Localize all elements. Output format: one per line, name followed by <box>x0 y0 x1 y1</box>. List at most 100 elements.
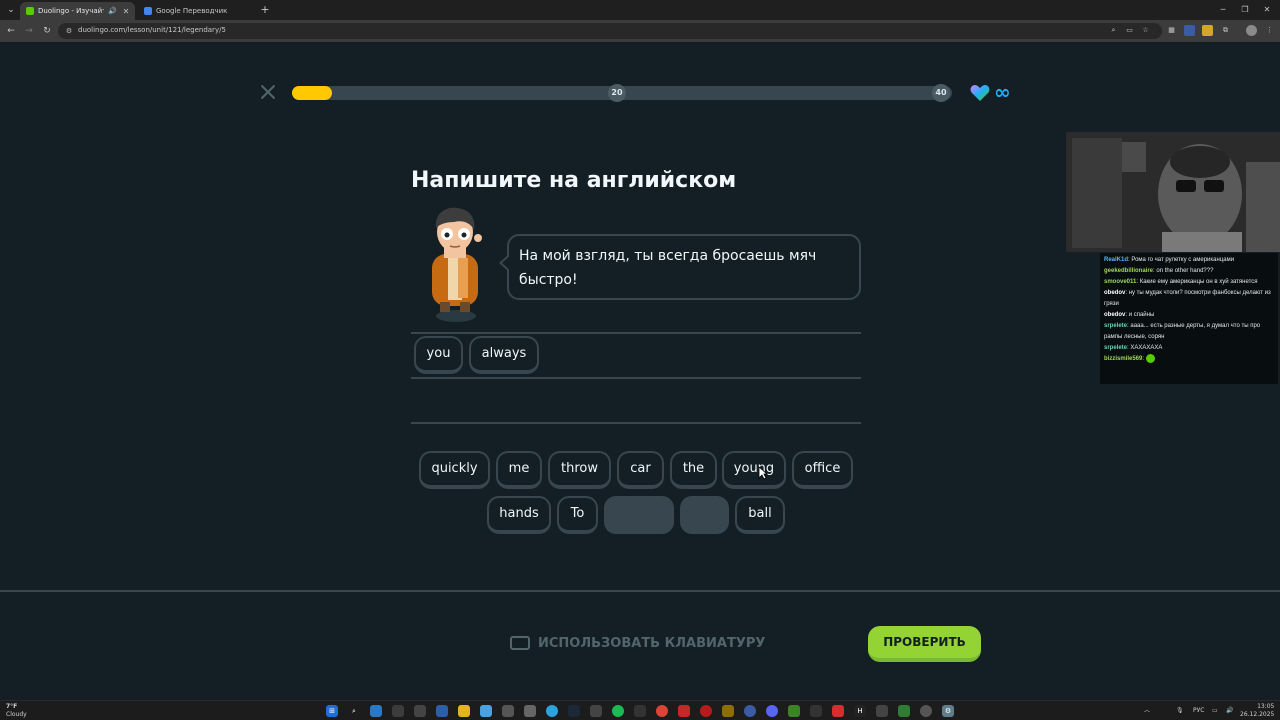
word-chip-quickly[interactable]: quickly <box>419 451 490 489</box>
taskbar-app-icon[interactable] <box>744 705 756 717</box>
site-info-icon[interactable]: ⚙ <box>64 26 74 36</box>
tab-search-chevron-icon[interactable]: ⌄ <box>4 3 18 17</box>
infinite-hearts: ∞ <box>994 80 1011 104</box>
tab-duolingo[interactable]: Duolingo - Изучайте англ 🔊 ✕ <box>20 2 135 20</box>
duolingo-favicon-icon <box>26 7 34 15</box>
word-chip-young[interactable]: young <box>722 451 786 489</box>
forward-arrow-icon[interactable]: → <box>22 24 36 38</box>
extension-icon[interactable]: ▦ <box>1166 25 1177 36</box>
speaker-icon[interactable]: 🔊 <box>108 7 117 15</box>
taskbar-app-icon[interactable] <box>480 705 492 717</box>
answer-chip-you[interactable]: you <box>414 336 463 374</box>
telegram-icon[interactable] <box>546 705 558 717</box>
taskbar-app-icon[interactable] <box>810 705 822 717</box>
spotify-icon[interactable] <box>612 705 624 717</box>
minimize-button[interactable]: ─ <box>1214 3 1232 17</box>
file-explorer-icon[interactable] <box>458 705 470 717</box>
chat-message: srpelete: ХАХАХАХА <box>1104 345 1163 351</box>
taskbar-app-icon[interactable] <box>678 705 690 717</box>
taskbar-app-icon[interactable] <box>502 705 514 717</box>
weather-widget[interactable]: 7°F Cloudy <box>6 703 27 719</box>
answer-line-3 <box>411 422 861 424</box>
language-indicator[interactable]: РУС <box>1193 705 1204 717</box>
chat-message: obedov: ну ты мудак чтоли? посмотри фанб… <box>1104 290 1271 307</box>
chat-message: RealK1d: Рома го чат рулетку с американц… <box>1104 257 1235 263</box>
lesson-progress-bar: 20 40 <box>292 84 952 102</box>
prompt-text: На мой взгляд, ты всегда бросаешь мяч бы… <box>519 248 817 288</box>
word-chip-hands[interactable]: hands <box>487 496 551 534</box>
maximize-button[interactable]: ❐ <box>1236 3 1254 17</box>
close-lesson-icon[interactable] <box>260 84 276 100</box>
taskbar-app-icon[interactable] <box>392 705 404 717</box>
extension-translate-icon[interactable] <box>1184 25 1195 36</box>
bookmark-star-icon[interactable]: ☆ <box>1140 25 1151 36</box>
answer-chip-always[interactable]: always <box>469 336 539 374</box>
taskbar-app-icon[interactable] <box>590 705 602 717</box>
taskbar-app-icon[interactable] <box>832 705 844 717</box>
back-arrow-icon[interactable]: ← <box>4 24 18 38</box>
windows-start-icon[interactable]: ⊞ <box>326 705 338 717</box>
minecraft-icon[interactable] <box>788 705 800 717</box>
taskbar-app-icon[interactable] <box>700 705 712 717</box>
word-chip-throw[interactable]: throw <box>548 451 611 489</box>
profile-avatar[interactable] <box>1246 25 1257 36</box>
tray-chevron-icon[interactable]: ︿ <box>1144 705 1150 717</box>
taskbar-app-icon[interactable]: H <box>854 705 866 717</box>
word-chip-the[interactable]: the <box>670 451 717 489</box>
taskbar-app-icon[interactable] <box>876 705 888 717</box>
cast-icon[interactable]: ▭ <box>1124 25 1135 36</box>
footer-divider <box>0 590 1280 592</box>
taskbar-app-icon[interactable] <box>920 705 932 717</box>
taskbar-app-icon[interactable] <box>524 705 536 717</box>
word-chip-office[interactable]: office <box>792 451 853 489</box>
emote-icon <box>1145 354 1155 363</box>
address-bar[interactable]: ⚙ duolingo.com/lesson/unit/121/legendary… <box>58 23 1162 39</box>
use-keyboard-button[interactable]: ИСПОЛЬЗОВАТЬ КЛАВИАТУРУ <box>510 632 765 654</box>
taskbar-app-icon[interactable] <box>722 705 734 717</box>
chrome-icon[interactable] <box>656 705 668 717</box>
word-chip-to[interactable]: To <box>557 496 598 534</box>
page-title: Напишите на английском <box>411 168 737 193</box>
google-translate-favicon-icon <box>144 7 152 15</box>
extension-yellow-icon[interactable] <box>1202 25 1213 36</box>
heart-icon <box>970 85 990 101</box>
speech-bubble: На мой взгляд, ты всегда бросаешь мяч бы… <box>499 234 861 300</box>
microphone-icon[interactable]: 🎙 <box>1176 705 1184 717</box>
bubble-tail-inner <box>502 256 510 270</box>
task-view-icon[interactable] <box>370 705 382 717</box>
close-tab-icon[interactable]: ✕ <box>121 7 131 16</box>
taskbar-app-icon[interactable] <box>634 705 646 717</box>
network-icon[interactable]: ▭ <box>1212 705 1218 717</box>
milestone-20: 20 <box>608 84 626 102</box>
word-chip-placeholder-you <box>604 496 674 534</box>
word-chip-car[interactable]: car <box>617 451 664 489</box>
close-window-button[interactable]: ✕ <box>1258 3 1276 17</box>
answer-line-2 <box>411 377 861 379</box>
character-illustration <box>432 207 482 322</box>
steam-icon[interactable] <box>568 705 580 717</box>
word-chip-ball[interactable]: ball <box>735 496 785 534</box>
taskbar-app-icon[interactable] <box>414 705 426 717</box>
word-chip-me[interactable]: me <box>496 451 542 489</box>
browser-toolbar: ← → ↻ ⚙ duolingo.com/lesson/unit/121/leg… <box>0 20 1280 42</box>
taskbar-app-icon[interactable] <box>898 705 910 717</box>
discord-icon[interactable] <box>766 705 778 717</box>
answer-line-1 <box>411 332 861 334</box>
volume-icon[interactable]: 🔊 <box>1226 705 1233 717</box>
taskbar-app-icon[interactable] <box>436 705 448 717</box>
new-tab-button[interactable]: + <box>258 3 272 17</box>
chat-message: obedov: и спайны <box>1104 312 1155 318</box>
stream-chat: RealK1d: Рома го чат рулетку с американц… <box>1100 253 1278 384</box>
extensions-puzzle-icon[interactable]: ⧉ <box>1220 25 1231 36</box>
search-icon[interactable]: ⌕ <box>348 705 360 717</box>
check-button[interactable]: ПРОВЕРИТЬ <box>868 626 981 662</box>
keyboard-icon <box>510 636 530 650</box>
zoom-icon[interactable]: ⌕ <box>1108 25 1119 36</box>
tab-google-translate[interactable]: Google Переводчик <box>138 2 253 20</box>
settings-gear-icon[interactable]: ⚙ <box>942 705 954 717</box>
browser-menu-icon[interactable]: ⋮ <box>1264 25 1275 36</box>
word-chip-placeholder-always <box>680 496 729 534</box>
reload-icon[interactable]: ↻ <box>40 24 54 38</box>
webcam-overlay <box>1066 132 1280 252</box>
system-clock[interactable]: 13:05 26.12.2025 <box>1240 703 1274 719</box>
